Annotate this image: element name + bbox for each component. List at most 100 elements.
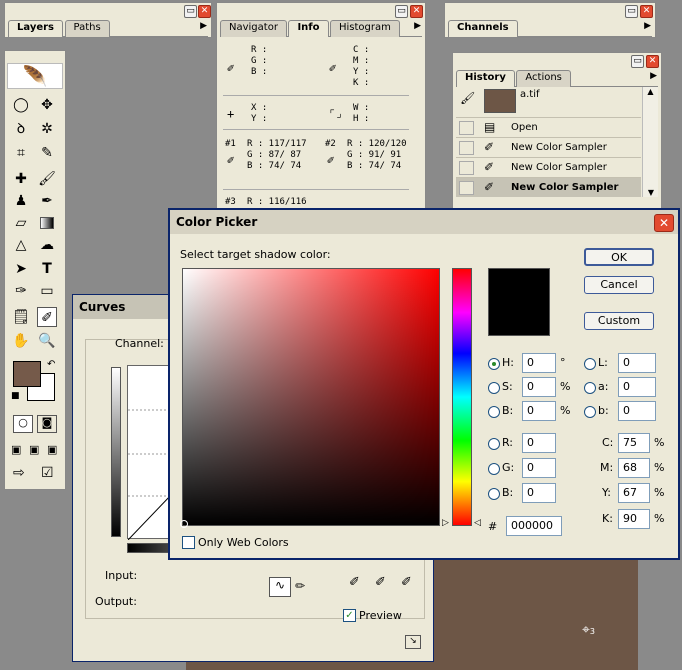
panel-menu-icon[interactable]: ▶ (414, 21, 421, 31)
slice-tool-icon[interactable]: ✎ (37, 143, 57, 163)
g-field[interactable]: 0 (522, 458, 556, 478)
dodge-tool-icon[interactable]: ☁ (37, 235, 57, 255)
l-radio[interactable] (584, 358, 596, 370)
b-radio[interactable] (488, 406, 500, 418)
hue-slider-right-arrow-icon[interactable]: ◁ (474, 518, 481, 528)
m-field[interactable]: 68 (618, 458, 650, 478)
history-brush-icon[interactable]: ✒ (37, 191, 57, 211)
history-item[interactable]: ✐ New Color Sampler (456, 157, 641, 177)
minimize-button[interactable]: ▭ (631, 55, 644, 68)
screen-mode-menu-icon[interactable]: ▣ (29, 443, 39, 456)
r-field[interactable]: 0 (522, 433, 556, 453)
curve-mode-button[interactable]: ∿ (269, 577, 291, 597)
pen-tool-icon[interactable]: ✑ (11, 281, 31, 301)
cancel-button[interactable]: Cancel (584, 276, 654, 294)
screen-mode-standard-icon[interactable]: ▣ (11, 443, 21, 456)
s-radio[interactable] (488, 382, 500, 394)
panel-menu-icon[interactable]: ▶ (644, 21, 651, 31)
minimize-button[interactable]: ▭ (395, 5, 408, 18)
screen-mode-full-icon[interactable]: ▣ (47, 443, 57, 456)
scroll-down-icon[interactable]: ▼ (643, 188, 659, 197)
close-button[interactable]: ✕ (410, 5, 423, 18)
standard-mode-icon[interactable]: ○ (13, 415, 33, 433)
a-field[interactable]: 0 (618, 377, 656, 397)
rgb-b-radio[interactable] (488, 488, 500, 500)
default-colors-icon[interactable]: ■ (11, 391, 20, 401)
move-tool-icon[interactable]: ✥ (37, 95, 57, 115)
history-item[interactable]: ▤ Open (456, 117, 641, 137)
type-tool-icon[interactable]: T (37, 259, 57, 279)
shape-tool-icon[interactable]: ▭ (37, 281, 57, 301)
tab-actions[interactable]: Actions (516, 70, 571, 87)
r-radio[interactable] (488, 438, 500, 450)
close-button[interactable]: ✕ (640, 5, 653, 18)
g-radio[interactable] (488, 463, 500, 475)
foreground-color-swatch[interactable] (13, 361, 41, 387)
minimize-button[interactable]: ▭ (184, 5, 197, 18)
swap-colors-icon[interactable]: ↶ (47, 359, 55, 370)
tab-navigator[interactable]: Navigator (220, 20, 287, 37)
b-field[interactable]: 0 (522, 401, 556, 421)
healing-brush-icon[interactable]: ✚ (11, 169, 31, 189)
s-field[interactable]: 0 (522, 377, 556, 397)
scroll-up-icon[interactable]: ▲ (643, 87, 658, 96)
quickmask-mode-icon[interactable]: ◙ (37, 415, 57, 433)
eyedropper-tool-icon[interactable]: ✐ (37, 307, 57, 327)
gray-point-eyedropper-icon[interactable]: ✐ (375, 575, 386, 590)
history-scrollbar[interactable]: ▲ ▼ (642, 87, 658, 197)
h-field[interactable]: 0 (522, 353, 556, 373)
close-button[interactable]: ✕ (654, 214, 674, 232)
blur-tool-icon[interactable]: △ (11, 235, 31, 255)
history-source-checkbox[interactable] (459, 161, 474, 175)
check-icon[interactable]: ☑ (41, 465, 54, 481)
preview-checkbox[interactable]: ✓ (343, 609, 356, 622)
history-item[interactable]: ✐ New Color Sampler (456, 137, 641, 157)
hue-slider[interactable] (452, 268, 472, 526)
history-source-checkbox[interactable] (459, 181, 474, 195)
black-point-eyedropper-icon[interactable]: ✐ (349, 575, 360, 590)
path-select-icon[interactable]: ➤ (11, 259, 31, 279)
lab-b-radio[interactable] (584, 406, 596, 418)
only-web-colors-checkbox[interactable] (182, 536, 195, 549)
color-field[interactable] (180, 268, 440, 528)
hex-field[interactable]: 000000 (506, 516, 562, 536)
close-button[interactable]: ✕ (198, 5, 211, 18)
magic-wand-icon[interactable]: ✲ (37, 119, 57, 139)
brush-tool-icon[interactable]: 🖌 (37, 169, 57, 189)
minimize-button[interactable]: ▭ (625, 5, 638, 18)
custom-button[interactable]: Custom (584, 312, 654, 330)
rgb-b-field[interactable]: 0 (522, 483, 556, 503)
history-item[interactable]: ✐ New Color Sampler (456, 177, 641, 197)
panel-menu-icon[interactable]: ▶ (200, 21, 207, 31)
curves-graph[interactable] (127, 365, 172, 540)
tab-history[interactable]: History (456, 70, 515, 87)
tab-histogram[interactable]: Histogram (330, 20, 400, 37)
l-field[interactable]: 0 (618, 353, 656, 373)
white-point-eyedropper-icon[interactable]: ✐ (401, 575, 412, 590)
k-field[interactable]: 90 (618, 509, 650, 529)
feather-logo-icon[interactable]: 🪶 (7, 63, 63, 89)
history-source-checkbox[interactable] (459, 141, 474, 155)
marquee-tool-icon[interactable]: ◯ (11, 95, 31, 115)
h-radio[interactable] (488, 358, 500, 370)
gradient-tool-icon[interactable] (37, 213, 57, 233)
history-source-checkbox[interactable] (459, 121, 474, 135)
eraser-tool-icon[interactable]: ▱ (11, 213, 31, 233)
lasso-tool-icon[interactable]: ꝺ (11, 119, 31, 139)
tab-info[interactable]: Info (288, 20, 329, 37)
jump-to-imageready-icon[interactable]: ⇨ (13, 465, 25, 481)
tab-channels[interactable]: Channels (448, 20, 518, 37)
c-field[interactable]: 75 (618, 433, 650, 453)
hue-slider-left-arrow-icon[interactable]: ▷ (442, 518, 449, 528)
lab-b-field[interactable]: 0 (618, 401, 656, 421)
ok-button[interactable]: OK (584, 248, 654, 266)
tab-layers[interactable]: Layers (8, 20, 63, 37)
notes-tool-icon[interactable]: 🗒 (11, 307, 31, 327)
crop-tool-icon[interactable]: ⌗ (11, 143, 31, 163)
tab-paths[interactable]: Paths (64, 20, 110, 37)
pencil-mode-icon[interactable]: ✏ (295, 579, 305, 593)
history-snapshot[interactable]: 🖌 a.tif (456, 87, 641, 115)
panel-menu-icon[interactable]: ▶ (650, 71, 657, 81)
close-button[interactable]: ✕ (646, 55, 659, 68)
a-radio[interactable] (584, 382, 596, 394)
